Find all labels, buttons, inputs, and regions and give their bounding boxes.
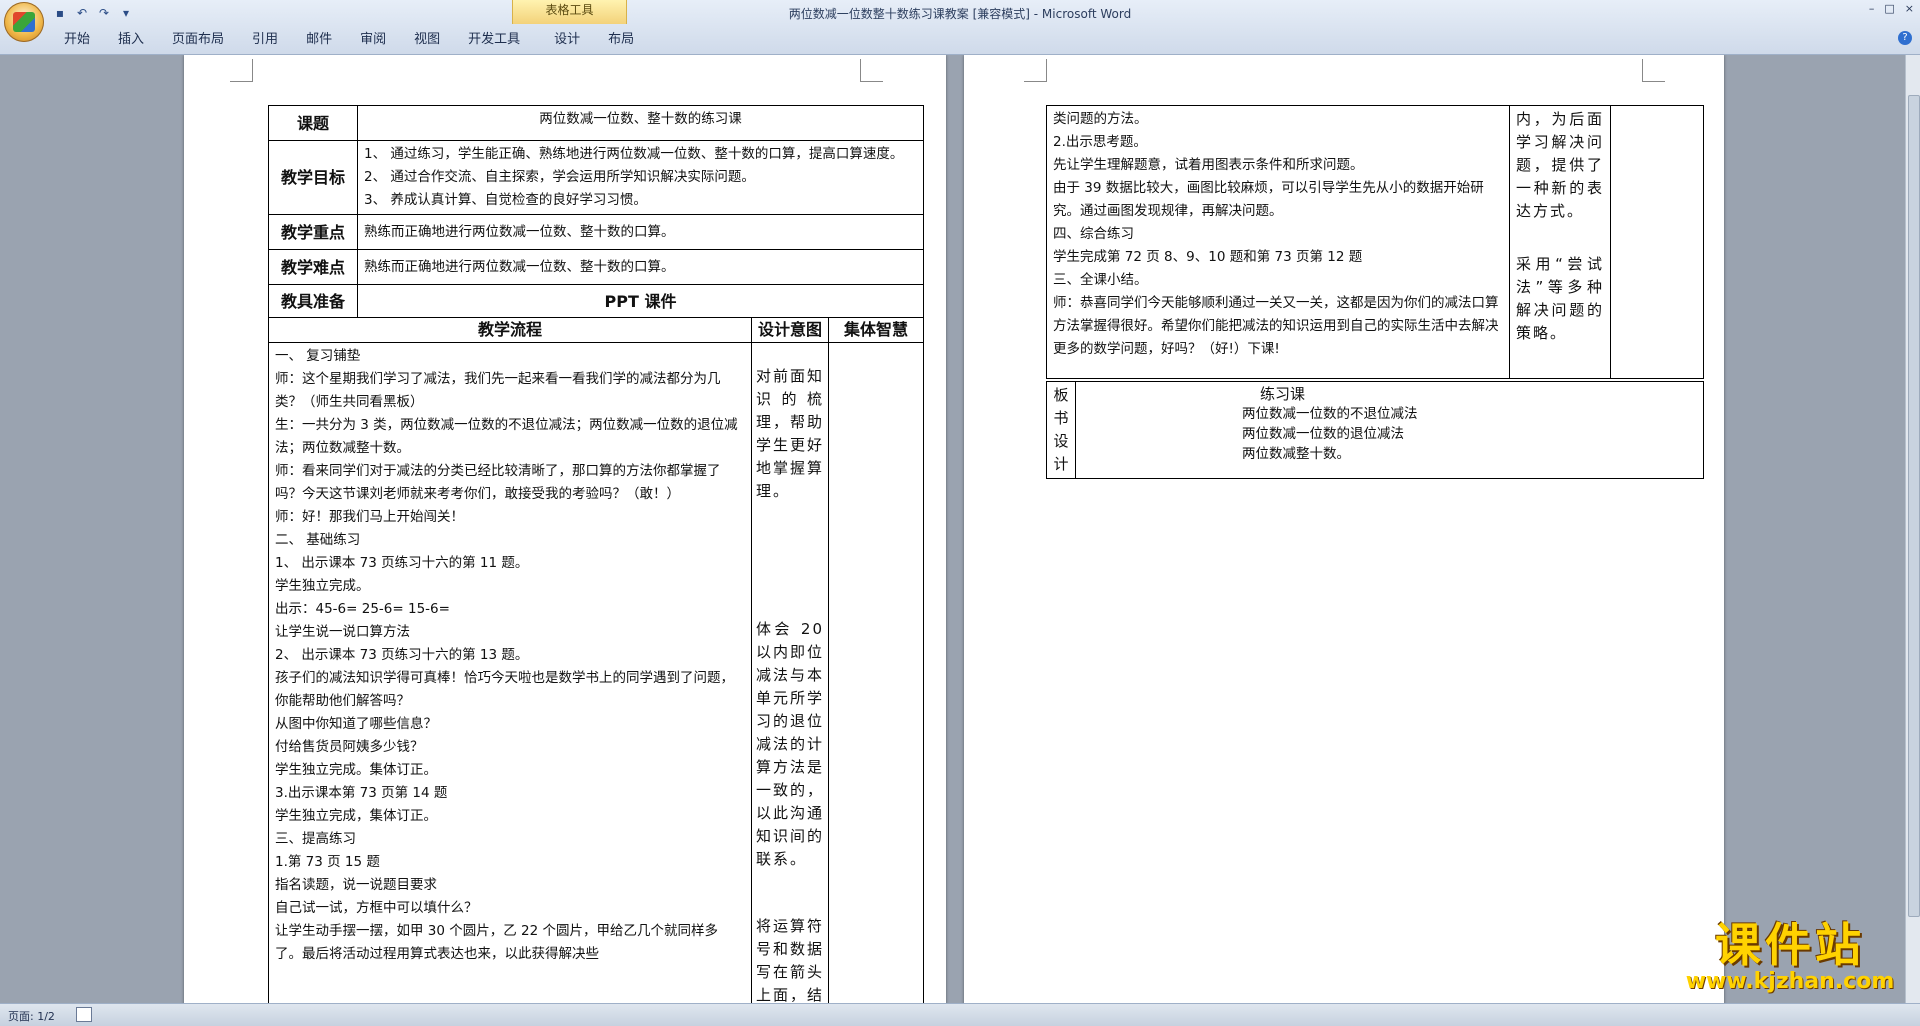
- continuation-table: 类问题的方法。 2.出示思考题。 先让学生理解题意，试着用图表示条件和所求问题。…: [1046, 105, 1704, 379]
- flow-line: 1、 出示课本 73 页练习十六的第 11 题。: [275, 555, 529, 571]
- title-bar: ▪ ↶ ↷ ▾ 表格工具 两位数减一位数整十数练习课教案 [兼容模式] - Mi…: [0, 0, 1920, 55]
- difficulty-label: 教学难点: [268, 249, 358, 285]
- topic-value: 两位数减一位数、整十数的练习课: [357, 105, 924, 141]
- margin-corner: [860, 59, 883, 82]
- flow-line: 师：看来同学们对于减法的分类已经比较清晰了，那口算的方法你都掌握了吗？今天这节课…: [275, 463, 721, 502]
- page-indicator[interactable]: 页面: 1/2: [8, 1008, 55, 1024]
- flow-line: 让学生动手摆一摆，如甲 30 个圆片，乙 22 个圆片，甲给乙几个就同样多了。最…: [275, 923, 719, 962]
- topic-label: 课题: [268, 105, 358, 141]
- lesson-table: 课题 两位数减一位数、整十数的练习课 教学目标 1、 通过练习，学生能正确、熟练…: [268, 105, 924, 1003]
- goal-item: 1、 通过练习，学生能正确、熟练地进行两位数减一位数、整十数的口算，提高口算速度…: [364, 146, 904, 162]
- flow-cell: 一、 复习铺垫 师：这个星期我们学习了减法，我们先一起来看一看我们学的减法都分为…: [268, 342, 752, 1003]
- flow-line: 师：恭喜同学们今天能够顺利通过一关又一关，这都是因为你们的减法口算方法掌握得很好…: [1053, 295, 1499, 357]
- flow-cell: 类问题的方法。 2.出示思考题。 先让学生理解题意，试着用图表示条件和所求问题。…: [1046, 105, 1510, 379]
- intent-block: 采用“尝试法”等多种解决问题的策略。: [1516, 255, 1604, 342]
- page-1[interactable]: 课题 两位数减一位数、整十数的练习课 教学目标 1、 通过练习，学生能正确、熟练…: [184, 55, 946, 1003]
- prep-label: 教具准备: [268, 284, 358, 318]
- flow-line: 1.第 73 页 15 题: [275, 854, 380, 870]
- board-design-label: 板书设计: [1046, 381, 1076, 479]
- flow-line: 2、 出示课本 73 页练习十六的第 13 题。: [275, 647, 529, 663]
- ribbon-tabs: 开始 插入 页面布局 引用 邮件 审阅 视图 开发工具 设计 布局: [50, 28, 648, 52]
- margin-corner: [230, 59, 253, 82]
- difficulty-value: 熟练而正确地进行两位数减一位数、整十数的口算。: [357, 249, 924, 285]
- minimize-button[interactable]: –: [1869, 2, 1875, 15]
- tab-references[interactable]: 引用: [238, 28, 292, 52]
- tab-home[interactable]: 开始: [50, 28, 104, 52]
- window-controls: – □ ×: [1869, 2, 1914, 15]
- flow-line: 由于 39 数据比较大，画图比较麻烦，可以引导学生先从小的数据开始研究。通过画图…: [1053, 180, 1484, 219]
- flow-line: 3.出示课本第 73 页第 14 题: [275, 785, 448, 801]
- site-watermark: 课件站 www.kjzhan.com: [1670, 920, 1910, 1002]
- flow-line: 孩子们的减法知识学得可真棒！恰巧今天啦也是数学书上的同学遇到了问题，你能帮助他们…: [275, 670, 734, 709]
- status-bar: 页面: 1/2: [0, 1003, 1920, 1026]
- flow-line: 二、 基础练习: [275, 532, 361, 548]
- proofing-icon[interactable]: [76, 1007, 92, 1022]
- board-line: 两位数减整十数。: [1242, 446, 1350, 462]
- intent-block: 对前面知识的梳理，帮助学生更好地掌握算理。: [756, 367, 825, 500]
- flow-line: 类问题的方法。: [1053, 111, 1148, 127]
- flow-line: 让学生说一说口算方法: [275, 624, 410, 640]
- close-button[interactable]: ×: [1905, 2, 1914, 15]
- watermark-text: 课件站: [1715, 918, 1865, 972]
- flow-line: 生：一共分为 3 类，两位数减一位数的不退位减法；两位数减一位数的退位减法；两位…: [275, 417, 738, 456]
- flow-line: 2.出示思考题。: [1053, 134, 1147, 150]
- flow-line: 自己试一试，方框中可以填什么？: [275, 900, 478, 916]
- window-title: 两位数减一位数整十数练习课教案 [兼容模式] - Microsoft Word: [788, 7, 1132, 21]
- flow-line: 学生独立完成。: [275, 578, 370, 594]
- flow-line: 三、全课小结。: [1053, 272, 1148, 288]
- intent-block: 内，为后面学习解决问题，提供了一种新的表达方式。: [1516, 110, 1604, 220]
- tab-layout[interactable]: 布局: [594, 28, 648, 52]
- scroll-thumb[interactable]: [1908, 95, 1920, 917]
- key-value: 熟练而正确地进行两位数减一位数、整十数的口算。: [357, 214, 924, 250]
- intent-block: 将运算符号和数据写在箭头上面，结果写在方框: [756, 917, 825, 1003]
- flow-line: 一、 复习铺垫: [275, 348, 361, 364]
- goal-item: 2、 通过合作交流、自主探索，学会运用所学知识解决实际问题。: [364, 169, 755, 185]
- document-area[interactable]: 课题 两位数减一位数、整十数的练习课 教学目标 1、 通过练习，学生能正确、熟练…: [0, 55, 1906, 1003]
- flow-line: 三、提高练习: [275, 831, 356, 847]
- tab-review[interactable]: 审阅: [346, 28, 400, 52]
- wisdom-header: 集体智慧: [828, 317, 924, 343]
- margin-corner: [1024, 59, 1047, 82]
- tab-insert[interactable]: 插入: [104, 28, 158, 52]
- intent-cell: 对前面知识的梳理，帮助学生更好地掌握算理。 体会 20 以内即位减法与本单元所学…: [751, 342, 829, 1003]
- intent-cell: 内，为后面学习解决问题，提供了一种新的表达方式。 采用“尝试法”等多种解决问题的…: [1509, 105, 1611, 379]
- prep-value: PPT 课件: [357, 284, 924, 318]
- flow-line: 师：这个星期我们学习了减法，我们先一起来看一看我们学的减法都分为几类？（师生共同…: [275, 371, 721, 410]
- intent-header: 设计意图: [751, 317, 829, 343]
- tab-developer[interactable]: 开发工具: [454, 28, 534, 52]
- goals-cell: 1、 通过练习，学生能正确、熟练地进行两位数减一位数、整十数的口算，提高口算速度…: [357, 140, 924, 215]
- maximize-button[interactable]: □: [1884, 2, 1894, 15]
- help-icon[interactable]: ?: [1898, 31, 1912, 45]
- flow-header: 教学流程: [268, 317, 752, 343]
- watermark-url: www.kjzhan.com: [1685, 969, 1895, 994]
- flow-line: 出示：45-6= 25-6= 15-6=: [275, 601, 450, 617]
- flow-line: 付给售货员阿姨多少钱？: [275, 739, 424, 755]
- vertical-scrollbar[interactable]: [1905, 55, 1920, 1003]
- tab-page-layout[interactable]: 页面布局: [158, 28, 238, 52]
- flow-line: 学生完成第 72 页 8、9、10 题和第 73 页第 12 题: [1053, 249, 1363, 265]
- board-design-content: 练习课 两位数减一位数的不退位减法 两位数减一位数的退位减法 两位数减整十数。: [1075, 381, 1704, 479]
- intent-block: 体会 20 以内即位减法与本单元所学习的退位减法的计算方法是一致的，以此沟通知识…: [756, 620, 825, 868]
- board-line: 两位数减一位数的退位减法: [1242, 426, 1404, 442]
- goals-label: 教学目标: [268, 140, 358, 215]
- flow-line: 学生独立完成。集体订正。: [275, 762, 437, 778]
- board-design-table: 板书设计 练习课 两位数减一位数的不退位减法 两位数减一位数的退位减法 两位数减…: [1046, 381, 1704, 479]
- goal-item: 3、 养成认真计算、自觉检查的良好学习习惯。: [364, 192, 647, 208]
- flow-line: 指名读题，说一说题目要求: [275, 877, 437, 893]
- flow-line: 四、综合练习: [1053, 226, 1134, 242]
- flow-line: 先让学生理解题意，试着用图表示条件和所求问题。: [1053, 157, 1364, 173]
- flow-line: 从图中你知道了哪些信息？: [275, 716, 437, 732]
- page-2[interactable]: 类问题的方法。 2.出示思考题。 先让学生理解题意，试着用图表示条件和所求问题。…: [964, 55, 1724, 1003]
- tab-mailings[interactable]: 邮件: [292, 28, 346, 52]
- margin-corner: [1642, 59, 1665, 82]
- key-label: 教学重点: [268, 214, 358, 250]
- board-title: 练习课: [1260, 385, 1306, 403]
- wisdom-cell: [828, 342, 924, 1003]
- tab-design[interactable]: 设计: [540, 28, 594, 52]
- board-line: 两位数减一位数的不退位减法: [1242, 406, 1418, 422]
- flow-line: 师：好！那我们马上开始闯关！: [275, 509, 464, 525]
- tab-view[interactable]: 视图: [400, 28, 454, 52]
- flow-line: 学生独立完成，集体订正。: [275, 808, 437, 824]
- wisdom-cell: [1610, 105, 1704, 379]
